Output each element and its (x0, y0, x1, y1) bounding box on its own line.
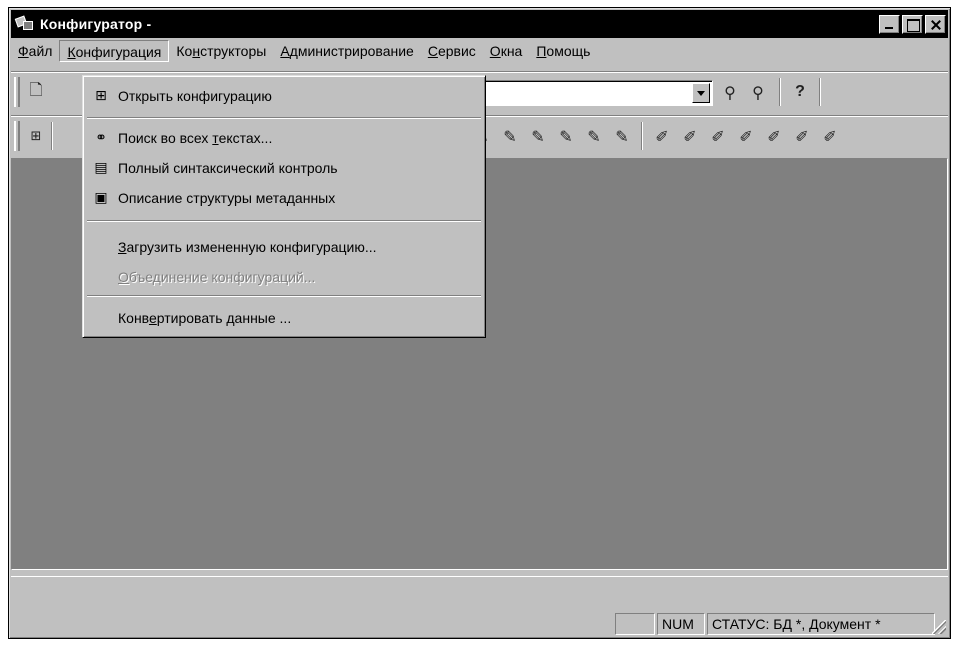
help-icon[interactable]: ? (789, 81, 811, 103)
report-wand-icon[interactable]: ✐ (651, 125, 673, 147)
syntax-check-icon: ▤ (94, 160, 108, 176)
status-text: СТАТУС: БД *, Документ * (707, 613, 935, 635)
minimize-button[interactable] (879, 15, 900, 34)
menu-bar: Файл Конфигурация Конструкторы Администр… (11, 39, 948, 63)
new-document-icon[interactable]: 🗋 (25, 80, 47, 103)
menu-separator (87, 295, 481, 297)
status-cell-empty (615, 613, 655, 635)
menu-administration[interactable]: Администрирование (273, 40, 421, 62)
menu-item-label-post: екстах... (218, 130, 273, 146)
find-next-icon[interactable]: ⚲ (747, 81, 769, 103)
menu-item-label: Конвертировать данные ... (118, 310, 291, 326)
designer-wand-icon[interactable]: ✎ (527, 125, 549, 147)
open-config-icon: ⊞ (95, 88, 107, 104)
menu-item-label: Объединение конфигураций... (118, 269, 315, 285)
menu-item-label-pre: Поиск во всех (118, 130, 213, 146)
report-wand-icon[interactable]: ✐ (707, 125, 729, 147)
resize-grip-icon[interactable] (932, 620, 946, 634)
menu-configuration[interactable]: Конфигурация (59, 40, 170, 62)
designer-wand-icon[interactable]: ✎ (555, 125, 577, 147)
menu-item-label-post: агрузить измененную конфигурацию... (126, 239, 377, 255)
menu-item-label-post: ртировать данные ... (156, 310, 292, 326)
status-bar: NUM СТАТУС: БД *, Документ * (11, 610, 948, 636)
toolbar-separator (641, 122, 643, 150)
designer-wand-icon[interactable]: ✎ (611, 125, 633, 147)
menu-item-label: Загрузить измененную конфигурацию... (118, 239, 377, 255)
menu-help-label: омощь (546, 43, 591, 59)
menu-help[interactable]: Помощь (529, 40, 597, 62)
maximize-button[interactable] (902, 15, 923, 34)
menu-service-accel: С (427, 43, 438, 59)
search-binoculars-icon: ⚭ (95, 130, 107, 146)
menu-windows[interactable]: Окна (483, 40, 530, 62)
menu-windows-accel: О (489, 43, 501, 59)
menu-item-label: Описание структуры метаданных (118, 190, 336, 206)
menu-item-metadata-structure[interactable]: ▣ Описание структуры метаданных (86, 184, 482, 212)
menu-designers-accel: н (192, 43, 201, 59)
menu-service-label: ервис (437, 43, 476, 59)
menu-file[interactable]: Файл (11, 40, 59, 62)
metadata-structure-icon: ▣ (94, 190, 108, 206)
menu-item-label: Поиск во всех текстах... (118, 130, 272, 146)
report-wand-icon[interactable]: ✐ (819, 125, 841, 147)
menu-designers[interactable]: Конструкторы (169, 40, 273, 62)
menu-separator (87, 220, 481, 222)
toolbar-separator (779, 78, 781, 106)
report-wand-icon[interactable]: ✐ (735, 125, 757, 147)
menu-designers-pre: Ко (176, 43, 193, 59)
report-wand-icon[interactable]: ✐ (763, 125, 785, 147)
toolbar-grip[interactable] (14, 121, 20, 151)
app-logo-icon (14, 15, 35, 33)
menu-item-search-all-texts[interactable]: ⚭ Поиск во всех текстах... (86, 124, 482, 152)
menu-item-label-pre: Конв (118, 310, 149, 326)
find-icon[interactable]: ⚲ (719, 81, 741, 103)
designer-wand-icon[interactable]: ✎ (583, 125, 605, 147)
menu-item-syntax-check[interactable]: ▤ Полный синтаксический контроль (86, 154, 482, 182)
menu-item-label-accel: е (148, 310, 157, 326)
menu-item-label: Открыть конфигурацию (118, 88, 272, 104)
menu-separator (87, 117, 481, 119)
menu-file-label: айл (28, 43, 53, 59)
menu-designers-label: структоры (200, 43, 267, 59)
menu-configuration-label: онфигурация (75, 44, 162, 60)
menu-configuration-accel: К (67, 44, 76, 60)
configuration-dropdown-menu: ⊞ Открыть конфигурацию ⚭ Поиск во всех т… (82, 75, 486, 338)
toolbar-combo[interactable] (481, 80, 713, 106)
window-title: Конфигуратор - (40, 16, 152, 32)
toolbar-separator (51, 122, 53, 150)
toolbar-grip[interactable] (14, 77, 20, 107)
menu-service[interactable]: Сервис (421, 40, 483, 62)
combo-dropdown-arrow-icon[interactable] (692, 83, 710, 103)
status-num: NUM (657, 613, 705, 635)
menu-item-convert-data[interactable]: Конвертировать данные ... (86, 304, 482, 332)
open-config-icon[interactable]: ⊞ (25, 125, 47, 147)
menu-item-label: Полный синтаксический контроль (118, 160, 338, 176)
app-window: Конфигуратор - Файл Конфигурация Констру… (8, 7, 951, 639)
title-bar[interactable]: Конфигуратор - (11, 10, 948, 38)
menu-item-label-post: бъединение конфигураций... (128, 269, 316, 285)
designer-wand-icon[interactable]: ✎ (499, 125, 521, 147)
menu-file-accel: Ф (18, 43, 29, 59)
report-wand-icon[interactable]: ✐ (791, 125, 813, 147)
menu-item-load-modified-config[interactable]: Загрузить измененную конфигурацию... (86, 233, 482, 261)
menu-item-open-configuration[interactable]: ⊞ Открыть конфигурацию (86, 82, 482, 110)
close-button[interactable] (925, 15, 946, 34)
menu-help-accel: П (536, 43, 547, 59)
message-strip (11, 576, 948, 612)
menu-windows-label: кна (500, 43, 523, 59)
toolbar-separator (819, 78, 821, 106)
menu-administration-accel: А (280, 43, 290, 59)
report-wand-icon[interactable]: ✐ (679, 125, 701, 147)
menu-item-merge-configurations: Объединение конфигураций... (86, 263, 482, 291)
menu-item-label-accel: О (118, 269, 129, 285)
menu-administration-label: дминистрирование (289, 43, 414, 59)
